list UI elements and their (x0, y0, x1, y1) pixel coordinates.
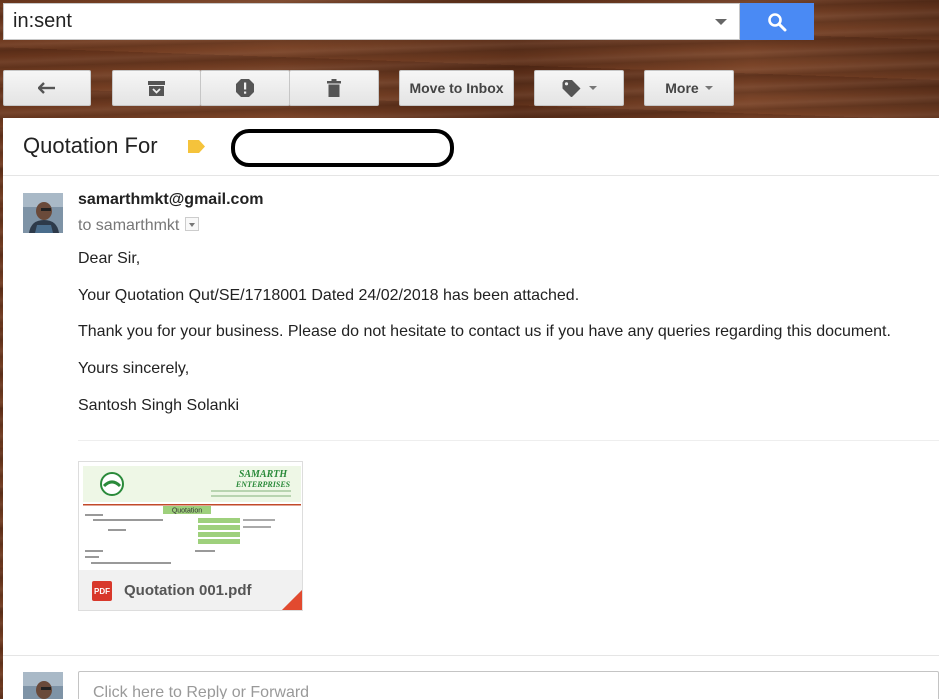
report-spam-button[interactable] (200, 70, 290, 106)
more-caret-icon (704, 86, 713, 90)
label-icon (562, 79, 580, 97)
label-tag-icon[interactable] (188, 140, 205, 153)
search-icon (768, 12, 787, 31)
sender-avatar[interactable] (23, 193, 63, 233)
body-signature: Santosh Singh Solanki (78, 397, 239, 414)
avatar-photo-small (23, 672, 63, 699)
attachment-separator (78, 440, 939, 441)
search-input[interactable]: in:sent (3, 3, 740, 40)
more-button[interactable]: More (644, 70, 734, 106)
attachment-filename[interactable]: Quotation 001.pdf (124, 582, 252, 599)
back-button[interactable] (3, 70, 91, 106)
search-button[interactable] (740, 3, 814, 40)
archive-button[interactable] (112, 70, 201, 106)
reply-avatar (23, 672, 63, 699)
delete-button[interactable] (289, 70, 379, 106)
trash-icon (327, 79, 341, 97)
subject-row: Quotation For (3, 118, 939, 176)
preview-company-2: ENTERPRISES (235, 480, 291, 489)
body-greeting: Dear Sir, (78, 250, 141, 267)
sender-email[interactable]: samarthmkt@gmail.com (78, 191, 263, 209)
attachment-footer: PDF Quotation 001.pdf (79, 570, 302, 610)
avatar-photo (23, 193, 63, 233)
details-dropdown-icon[interactable] (185, 217, 200, 231)
reply-placeholder: Click here to Reply or Forward (93, 684, 310, 699)
move-to-inbox-button[interactable]: Move to Inbox (399, 70, 514, 106)
labels-button[interactable] (534, 70, 624, 106)
move-to-inbox-label: Move to Inbox (409, 80, 504, 96)
search-bar: in:sent (3, 3, 814, 40)
message-panel: Quotation For samarthmkt@gmail.com to sa… (3, 118, 939, 699)
more-label: More (665, 80, 699, 96)
body-closing: Yours sincerely, (78, 360, 190, 377)
page-fold-corner (280, 588, 302, 610)
preview-doc-title: Quotation (172, 508, 202, 515)
back-arrow-icon (38, 82, 55, 94)
recipient-line: to samarthmkt (78, 217, 200, 235)
attachment-card[interactable]: SAMARTH ENTERPRISES Quotation PDF Quotat… (78, 461, 303, 611)
attachment-preview: SAMARTH ENTERPRISES Quotation (83, 466, 301, 570)
pdf-icon: PDF (92, 581, 112, 601)
spam-icon (236, 79, 254, 97)
body-line-2: Thank you for your business. Please do n… (78, 323, 891, 340)
redaction-mark (231, 129, 454, 167)
labels-caret-icon (588, 86, 597, 90)
archive-icon (148, 80, 165, 96)
body-line-1: Your Quotation Qut/SE/1718001 Dated 24/0… (78, 287, 580, 304)
recipient-text: to samarthmkt (78, 217, 180, 234)
reply-separator (3, 655, 939, 656)
message-subject: Quotation For (23, 133, 158, 158)
reply-forward-box[interactable]: Click here to Reply or Forward (78, 671, 939, 699)
preview-company-1: SAMARTH (239, 469, 289, 480)
search-options-caret-icon[interactable] (715, 19, 727, 25)
search-query: in:sent (13, 10, 72, 32)
